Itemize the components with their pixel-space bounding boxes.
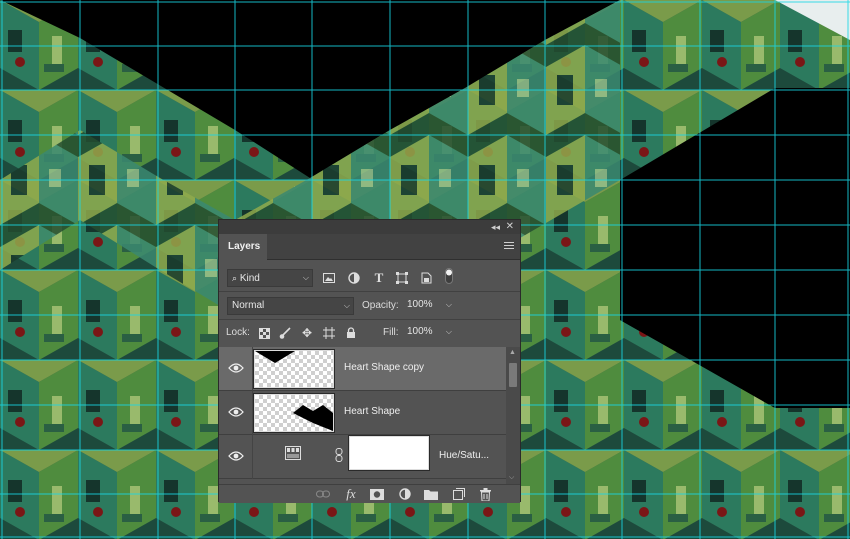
- chevron-down-icon: ⌵: [445, 300, 452, 309]
- filter-kind-label: Kind: [239, 273, 260, 284]
- layers-panel: ◂◂ ✕ Layers ⌕ Kind ⌵ T Normal ⌵ Opacity:…: [218, 219, 521, 503]
- chevron-down-icon: ⌵: [445, 327, 452, 336]
- eye-visibility-icon[interactable]: [228, 450, 244, 462]
- blend-mode-dropdown[interactable]: Normal ⌵: [227, 297, 354, 315]
- layer-mask-thumbnail[interactable]: [348, 435, 430, 471]
- lock-position-icon[interactable]: ✥: [300, 326, 314, 340]
- filter-toggle-icon[interactable]: [442, 268, 456, 284]
- opacity-field[interactable]: 100% ⌵: [403, 297, 455, 315]
- layer-thumbnail: [253, 393, 335, 433]
- image-filter-icon[interactable]: [322, 271, 336, 285]
- chevron-down-icon: ⌵: [302, 273, 309, 282]
- layer-row-hue-saturation[interactable]: Hue/Satu...: [219, 435, 506, 479]
- eye-visibility-icon[interactable]: [228, 362, 244, 374]
- chevron-down-icon: ⌵: [343, 301, 350, 310]
- smart-object-filter-icon[interactable]: [419, 271, 433, 285]
- lock-row: Lock: ✥ Fill: 100% ⌵: [219, 323, 520, 343]
- hue-saturation-adjustment-icon: [285, 446, 301, 460]
- scroll-up-icon[interactable]: ▲: [509, 349, 516, 356]
- type-filter-icon[interactable]: T: [372, 270, 386, 285]
- layer-name: Heart Shape: [344, 406, 401, 417]
- fx-icon[interactable]: fx: [343, 486, 359, 501]
- layer-row-heart-shape[interactable]: Heart Shape: [219, 391, 506, 435]
- eye-visibility-icon[interactable]: [228, 406, 244, 418]
- search-icon: ⌕: [232, 273, 238, 283]
- layer-list: Heart Shape copy Heart Shape Hue/Satu...: [219, 347, 506, 484]
- blend-row: Normal ⌵ Opacity: 100% ⌵: [219, 296, 520, 316]
- fill-field[interactable]: 100% ⌵: [403, 324, 455, 342]
- lock-label: Lock:: [226, 327, 250, 338]
- lock-transparent-icon[interactable]: [257, 326, 271, 340]
- tab-layers[interactable]: Layers: [219, 234, 267, 260]
- mask-link-icon[interactable]: [335, 448, 343, 462]
- lock-paint-icon[interactable]: [278, 326, 292, 340]
- new-layer-icon[interactable]: [451, 487, 467, 501]
- shape-filter-icon[interactable]: [395, 271, 409, 285]
- adjustment-icon[interactable]: [397, 487, 413, 501]
- layers-bottom-toolbar: fx: [219, 484, 520, 503]
- layer-thumbnail: [253, 349, 335, 389]
- lock-artboard-icon[interactable]: [322, 326, 336, 340]
- mask-icon[interactable]: [369, 487, 385, 501]
- hamburger-menu-icon[interactable]: [504, 242, 514, 251]
- layer-list-scrollbar[interactable]: ▲ ⌵: [506, 347, 520, 484]
- layer-name: Heart Shape copy: [344, 362, 425, 373]
- panel-tab-bar: Layers: [219, 234, 520, 260]
- fill-label: Fill:: [383, 327, 399, 338]
- opacity-label: Opacity:: [362, 300, 399, 311]
- lock-all-icon[interactable]: [344, 326, 358, 340]
- link-icon[interactable]: [315, 487, 331, 501]
- filter-kind-dropdown[interactable]: ⌕ Kind ⌵: [227, 269, 313, 287]
- filter-row: ⌕ Kind ⌵ T: [219, 268, 520, 288]
- layer-row-heart-shape-copy[interactable]: Heart Shape copy: [219, 347, 506, 391]
- trash-icon[interactable]: [477, 487, 493, 501]
- opacity-value: 100%: [407, 299, 433, 310]
- scroll-down-icon[interactable]: ⌵: [509, 474, 514, 482]
- blend-mode-value: Normal: [232, 300, 265, 311]
- adjustment-filter-icon[interactable]: [347, 271, 361, 285]
- fill-value: 100%: [407, 326, 433, 337]
- scrollbar-thumb[interactable]: [509, 363, 517, 387]
- folder-icon[interactable]: [423, 487, 439, 501]
- layer-name: Hue/Satu...: [439, 450, 490, 461]
- panel-title-bar[interactable]: ◂◂ ✕: [219, 220, 520, 234]
- close-panel-icon[interactable]: ✕: [506, 220, 514, 234]
- collapse-panel-icon[interactable]: ◂◂: [491, 220, 500, 234]
